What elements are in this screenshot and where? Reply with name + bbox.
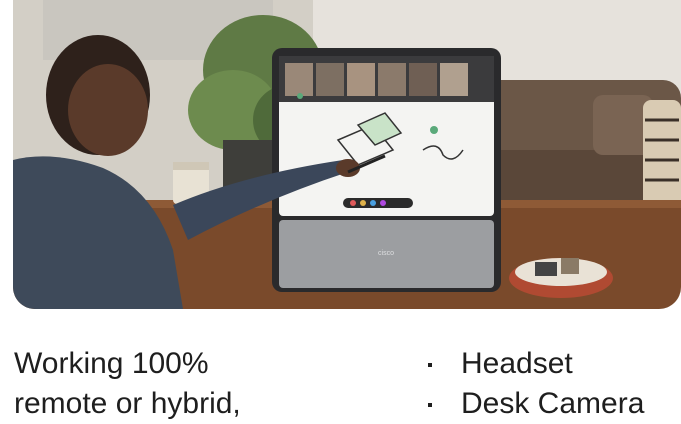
- participant-strip: [279, 56, 494, 102]
- bullet-dot-icon: [428, 403, 432, 407]
- bullet-list: Headset Desk Camera: [424, 344, 644, 424]
- bullet-item-desk-camera: Desk Camera: [424, 384, 644, 424]
- bullet-item-headset: Headset: [424, 344, 644, 384]
- body-copy: Working 100% remote or hybrid,: [14, 344, 241, 424]
- hero-image: cisco: [13, 0, 681, 309]
- body-copy-line-1: Working 100%: [14, 347, 209, 380]
- body-copy-line-2: remote or hybrid,: [14, 387, 241, 420]
- bullet-dot-icon: [428, 363, 432, 367]
- hero-illustration: cisco: [13, 0, 681, 309]
- bullet-label: Headset: [461, 347, 573, 380]
- device-logo: cisco: [378, 250, 394, 257]
- bowl: [509, 258, 613, 298]
- bullet-label: Desk Camera: [461, 387, 645, 420]
